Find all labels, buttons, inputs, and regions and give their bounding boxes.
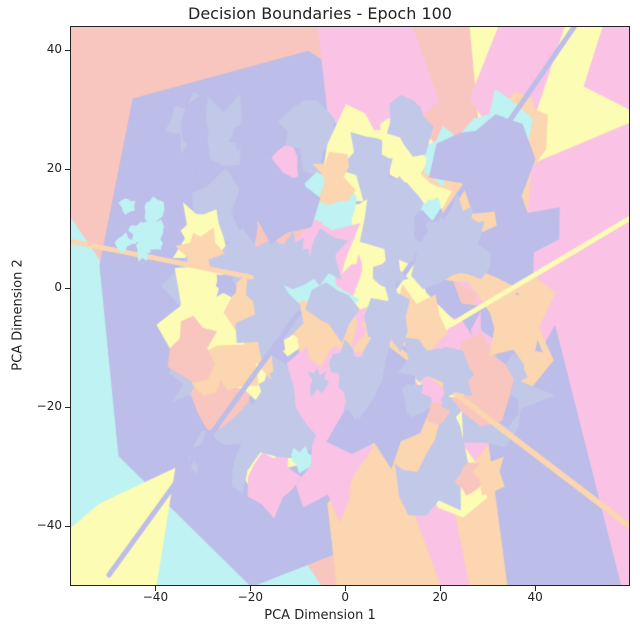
x-tick-label: 0 (325, 590, 365, 604)
x-tick-label: 20 (420, 590, 460, 604)
plot-axes (70, 26, 630, 586)
x-axis-label: PCA Dimension 1 (0, 608, 640, 623)
axes-area (70, 26, 630, 586)
y-axis-label: PCA Dimension 2 (11, 259, 26, 370)
x-tick-label: −40 (135, 590, 175, 604)
figure: Decision Boundaries - Epoch 100 −40 −20 0 2… (0, 0, 640, 629)
y-tick-mark (65, 407, 70, 408)
y-tick-mark (65, 526, 70, 527)
y-tick-mark (65, 288, 70, 289)
y-axis-label-wrap: PCA Dimension 2 (18, 0, 38, 629)
y-tick-mark (65, 169, 70, 170)
x-tick-label: 40 (515, 590, 555, 604)
x-tick-label: −20 (230, 590, 270, 604)
decision-boundary-canvas (71, 27, 630, 586)
y-tick-mark (65, 50, 70, 51)
plot-title: Decision Boundaries - Epoch 100 (0, 4, 640, 23)
